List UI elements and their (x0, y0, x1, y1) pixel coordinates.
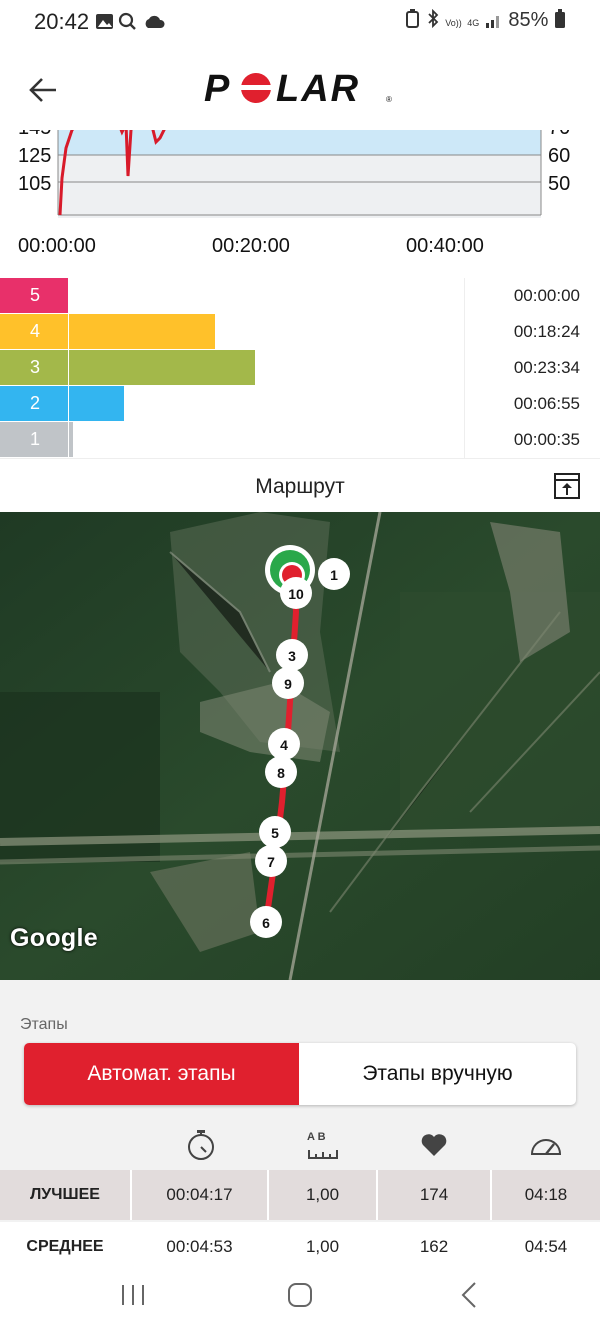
svg-text:8: 8 (277, 765, 285, 781)
status-bar: 20:42 Vo)) 4G 85% (0, 0, 600, 44)
zone-number: 3 (0, 350, 68, 385)
system-nav-bar (0, 1258, 600, 1333)
network-gen-label: 4G (467, 18, 480, 28)
zone-number: 1 (0, 422, 68, 457)
svg-text:LAR: LAR (276, 68, 360, 108)
lap-marker[interactable]: 1 (318, 558, 350, 590)
zone-time: 00:18:24 (513, 322, 580, 341)
zone-row: 2 00:06:55 (0, 386, 600, 423)
svg-text:9: 9 (284, 676, 292, 692)
lap-pace: 04:18 (492, 1170, 600, 1220)
laps-row-best: ЛУЧШЕЕ 00:04:17 1,00 174 04:18 (0, 1170, 600, 1220)
heart-icon (421, 1134, 447, 1156)
lap-marker[interactable]: 7 (255, 845, 287, 877)
signal-icon (485, 16, 499, 28)
zone-time: 00:23:34 (513, 358, 580, 377)
zone-row: 1 00:00:35 (0, 422, 600, 459)
svg-text:3: 3 (288, 648, 296, 664)
heart-rate-chart: 145 125 105 70 60 50 00:00:00 00:20:00 0… (0, 116, 600, 278)
polar-logo: P LAR ® (204, 68, 392, 108)
export-route-button[interactable] (554, 473, 580, 499)
lap-marker[interactable]: 8 (265, 756, 297, 788)
left-tick: 105 (18, 173, 51, 195)
google-attribution: Google (10, 924, 98, 952)
laps-segmented-control: Автомат. этапы Этапы вручную (24, 1043, 576, 1105)
battery-percent: 85% (508, 9, 549, 31)
time-label: 00:40:00 (406, 235, 484, 257)
tab-manual-laps[interactable]: Этапы вручную (299, 1043, 576, 1105)
status-time: 20:42 (34, 9, 90, 34)
recent-apps-button[interactable] (118, 1280, 148, 1310)
zone-row: 5 00:00:00 (0, 278, 600, 315)
distance-icon: A B (307, 1131, 338, 1159)
row-label: ЛУЧШЕЕ (0, 1170, 130, 1220)
time-label: 00:20:00 (212, 235, 290, 257)
zone-number: 5 (0, 278, 68, 313)
arrow-left-icon (29, 78, 56, 102)
route-map[interactable]: 1 10 3 9 4 8 5 7 6 (0, 512, 600, 980)
svg-text:6: 6 (262, 915, 270, 931)
lap-time: 00:04:17 (132, 1170, 267, 1220)
recent-apps-icon (122, 1285, 144, 1305)
lap-marker[interactable]: 9 (272, 667, 304, 699)
lap-marker[interactable]: 4 (268, 728, 300, 760)
route-title: Маршрут (255, 475, 345, 498)
lap-marker[interactable]: 5 (259, 816, 291, 848)
status-right: Vo)) 4G 85% (406, 8, 566, 32)
time-label: 00:00:00 (18, 235, 96, 257)
tab-auto-laps[interactable]: Автомат. этапы (24, 1043, 299, 1105)
laps-table-header: A B (0, 1128, 600, 1168)
svg-text:A B: A B (307, 1131, 326, 1143)
svg-text:P: P (204, 68, 231, 108)
stopwatch-icon (188, 1130, 214, 1160)
export-icon (554, 473, 580, 499)
svg-text:4: 4 (280, 737, 288, 753)
battery-icon (555, 9, 565, 28)
system-back-button[interactable] (455, 1280, 485, 1310)
zone-number: 2 (0, 386, 68, 421)
battery-saver-icon (406, 9, 420, 28)
lap-marker[interactable]: 3 (276, 639, 308, 671)
volte-label: Vo)) (445, 18, 462, 28)
home-button[interactable] (285, 1280, 315, 1310)
svg-text:1: 1 (330, 567, 338, 583)
map-svg: 1 10 3 9 4 8 5 7 6 (0, 512, 600, 980)
zone-bar (69, 422, 73, 457)
svg-text:7: 7 (267, 854, 275, 870)
speedometer-icon (530, 1139, 562, 1155)
lap-marker[interactable]: 10 (280, 577, 312, 609)
zone-time: 00:00:00 (513, 286, 580, 305)
zone-number: 4 (0, 314, 68, 349)
zone-row: 4 00:18:24 (0, 314, 600, 351)
lap-heart-rate: 174 (378, 1170, 490, 1220)
laps-label: Этапы (20, 1016, 68, 1033)
heart-rate-zones: 5 00:00:00 4 00:18:24 3 00:23:34 2 00:06… (0, 278, 600, 459)
home-icon (288, 1283, 312, 1307)
status-notification-icons (96, 12, 165, 30)
svg-text:5: 5 (271, 825, 279, 841)
left-tick: 125 (18, 145, 51, 167)
svg-text:10: 10 (288, 586, 304, 602)
route-header: Маршрут (0, 458, 600, 513)
hr-chart-svg: 145 125 105 70 60 50 00:00:00 00:20:00 0… (18, 116, 570, 257)
right-tick: 50 (548, 173, 570, 195)
right-tick: 60 (548, 145, 570, 167)
zone-row: 3 00:23:34 (0, 350, 600, 387)
zone-bar (69, 314, 215, 349)
cloud-icon (145, 15, 165, 28)
zone-time: 00:00:35 (513, 430, 580, 449)
lap-distance: 1,00 (269, 1170, 376, 1220)
lap-marker[interactable]: 6 (250, 906, 282, 938)
zone-bar (69, 386, 124, 421)
zone-bar (69, 350, 255, 385)
bluetooth-icon (427, 8, 438, 29)
back-button[interactable] (26, 72, 62, 108)
svg-text:®: ® (386, 95, 392, 104)
chevron-left-icon (461, 1282, 476, 1308)
zone-time: 00:06:55 (513, 394, 580, 413)
